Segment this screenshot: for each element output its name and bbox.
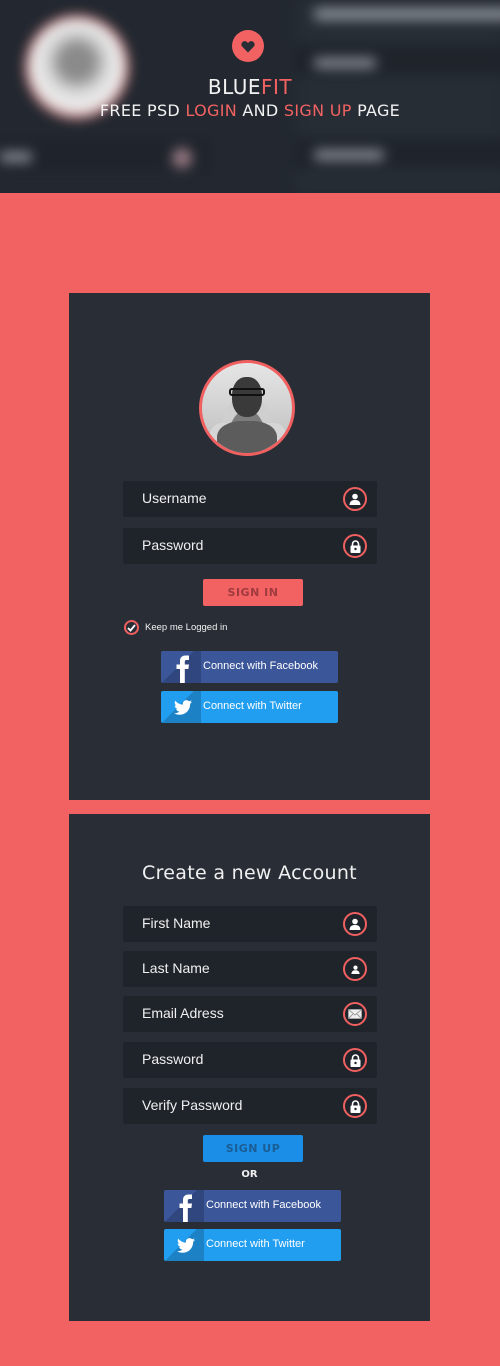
last-name-placeholder: Last Name <box>142 960 210 976</box>
signup-title: Create a new Account <box>142 862 357 884</box>
lock-icon <box>343 534 367 558</box>
signup-password-placeholder: Password <box>142 1051 204 1067</box>
facebook-icon <box>171 651 195 683</box>
tagline-signup: SIGN UP <box>283 101 352 120</box>
tagline-part: FREE PSD <box>99 101 186 120</box>
brand-part-1: BLUE <box>207 75 262 99</box>
avatar-glasses <box>229 388 265 396</box>
heart-badge <box>232 30 264 62</box>
last-name-field[interactable]: Last Name <box>123 951 377 987</box>
avatar-face <box>232 377 262 417</box>
heart-icon <box>241 40 255 52</box>
tagline-login: LOGIN <box>185 101 237 120</box>
keep-logged-in-checkbox[interactable]: Keep me Logged in <box>124 620 227 635</box>
connect-facebook-button[interactable]: Connect with Facebook <box>161 651 338 683</box>
lock-icon <box>343 1048 367 1072</box>
signup-password-field[interactable]: Password <box>123 1042 377 1078</box>
sign-in-button[interactable]: SIGN IN <box>203 579 303 606</box>
hero-header: BLUEFIT FREE PSD LOGIN AND SIGN UP PAGE <box>0 0 500 193</box>
email-field[interactable]: Email Adress <box>123 996 377 1032</box>
verify-password-field[interactable]: Verify Password <box>123 1088 377 1124</box>
first-name-field[interactable]: First Name <box>123 906 377 942</box>
signup-connect-facebook-button[interactable]: Connect with Facebook <box>164 1190 341 1222</box>
user-icon <box>343 487 367 511</box>
twitter-icon <box>171 691 195 723</box>
checkmark-icon[interactable] <box>124 620 139 635</box>
avatar <box>199 360 295 456</box>
brand-title: BLUEFIT <box>0 75 500 99</box>
facebook-icon <box>174 1190 198 1222</box>
header-content: BLUEFIT FREE PSD LOGIN AND SIGN UP PAGE <box>0 0 500 193</box>
lock-icon <box>343 1094 367 1118</box>
twitter-label: Connect with Twitter <box>206 1238 305 1250</box>
connect-twitter-button[interactable]: Connect with Twitter <box>161 691 338 723</box>
signup-panel: Create a new Account First Name Last Nam… <box>69 814 430 1321</box>
user-icon <box>343 912 367 936</box>
login-panel: Username Password SIGN IN Keep me Logged… <box>69 293 430 800</box>
signup-connect-twitter-button[interactable]: Connect with Twitter <box>164 1229 341 1261</box>
tagline-part: AND <box>236 101 284 120</box>
verify-password-placeholder: Verify Password <box>142 1097 243 1113</box>
user-icon <box>343 957 367 981</box>
first-name-placeholder: First Name <box>142 915 211 931</box>
mail-icon <box>343 1002 367 1026</box>
twitter-icon <box>174 1229 198 1261</box>
sign-up-button[interactable]: SIGN UP <box>203 1135 303 1162</box>
twitter-label: Connect with Twitter <box>203 700 302 712</box>
brand-part-2: FIT <box>261 75 293 99</box>
password-field[interactable]: Password <box>123 528 377 564</box>
password-placeholder: Password <box>142 537 204 553</box>
facebook-label: Connect with Facebook <box>206 1199 321 1211</box>
tagline: FREE PSD LOGIN AND SIGN UP PAGE <box>0 101 500 120</box>
tagline-part: PAGE <box>351 101 401 120</box>
avatar-shirt <box>217 421 277 453</box>
facebook-label: Connect with Facebook <box>203 660 318 672</box>
or-divider: OR <box>241 1169 258 1180</box>
email-placeholder: Email Adress <box>142 1005 224 1021</box>
username-field[interactable]: Username <box>123 481 377 517</box>
username-placeholder: Username <box>142 490 207 506</box>
keep-logged-in-label: Keep me Logged in <box>145 622 228 633</box>
